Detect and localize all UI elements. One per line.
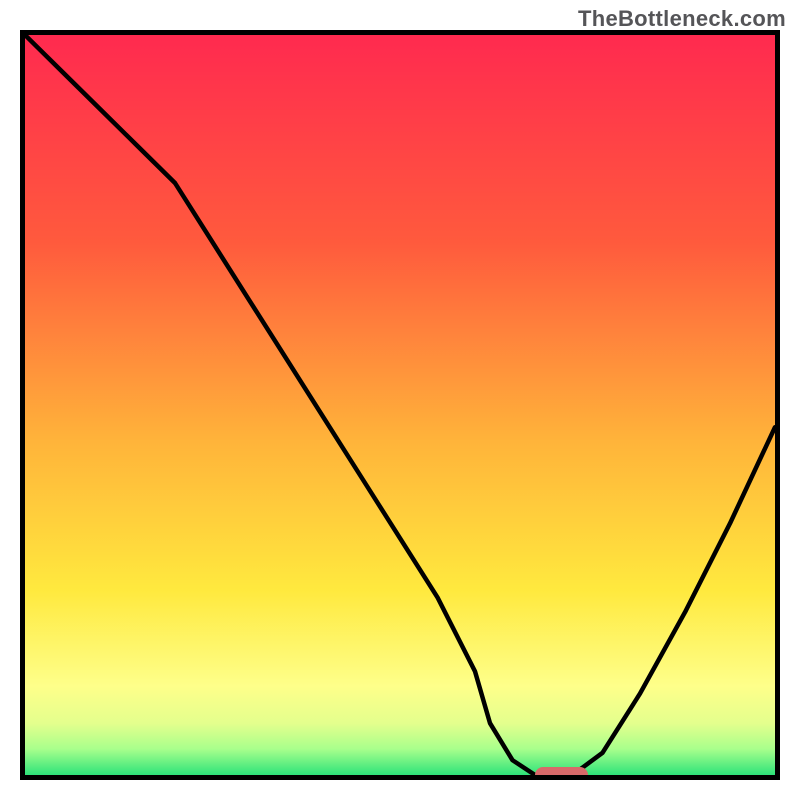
plot-area: [20, 30, 780, 780]
watermark-text: TheBottleneck.com: [578, 6, 786, 32]
optimum-marker: [535, 767, 588, 780]
chart-container: TheBottleneck.com: [0, 0, 800, 800]
bottleneck-curve: [25, 35, 775, 775]
